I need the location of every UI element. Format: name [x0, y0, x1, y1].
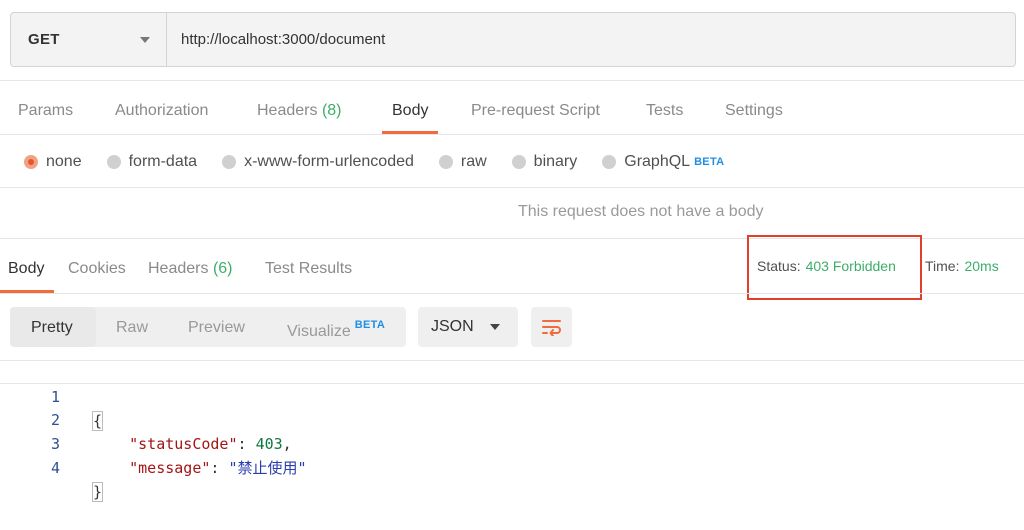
- json-key: "message": [129, 459, 211, 477]
- wrap-lines-button[interactable]: [531, 307, 572, 347]
- radio-none[interactable]: none: [24, 153, 82, 171]
- tab-settings[interactable]: Settings: [725, 90, 783, 134]
- view-preview-button[interactable]: Preview: [188, 319, 245, 337]
- divider: [0, 80, 1024, 81]
- divider: [0, 134, 1024, 135]
- beta-badge: BETA: [694, 156, 725, 168]
- radio-binary[interactable]: binary: [511, 153, 577, 171]
- body-type-radios: none form-data x-www-form-urlencoded raw…: [24, 148, 749, 176]
- view-visualize-button[interactable]: Visualize BETA: [287, 319, 385, 341]
- tab-authorization[interactable]: Authorization: [115, 90, 208, 134]
- radio-x-www-form-urlencoded[interactable]: x-www-form-urlencoded: [222, 153, 414, 171]
- radio-raw[interactable]: raw: [438, 153, 487, 171]
- radio-form-data[interactable]: form-data: [106, 153, 197, 171]
- response-tab-test-results[interactable]: Test Results: [265, 249, 352, 293]
- radio-graphql[interactable]: GraphQL BETA: [602, 153, 724, 171]
- tab-tests[interactable]: Tests: [646, 90, 683, 134]
- line-number: 4: [50, 459, 60, 477]
- radio-icon: [222, 155, 237, 169]
- close-brace: }: [91, 482, 104, 502]
- beta-badge: BETA: [354, 319, 386, 331]
- tab-body[interactable]: Body: [381, 90, 440, 134]
- response-tab-headers[interactable]: Headers (6): [148, 249, 233, 293]
- radio-icon: [438, 155, 453, 169]
- chevron-down-icon: [140, 36, 150, 43]
- method-select[interactable]: GET: [11, 13, 167, 66]
- tab-pre-request-script[interactable]: Pre-request Script: [471, 90, 600, 134]
- format-select[interactable]: JSON: [418, 307, 518, 347]
- code-line: 1 {: [0, 360, 1024, 431]
- response-time: Time: 20ms: [925, 258, 999, 274]
- radio-icon: [511, 155, 526, 169]
- method-label: GET: [28, 31, 60, 48]
- view-mode-group: Pretty Raw Preview Visualize BETA: [10, 307, 406, 347]
- radio-selected-icon: [24, 155, 38, 169]
- request-bar: GET http://localhost:3000/document: [10, 12, 1016, 67]
- view-pretty-button[interactable]: Pretty: [31, 319, 73, 337]
- code-line: 2 "statusCode": 403,: [0, 384, 1024, 453]
- response-tab-cookies[interactable]: Cookies: [68, 249, 126, 293]
- time-label: Time:: [925, 258, 960, 274]
- radio-icon: [602, 155, 617, 169]
- no-body-message: This request does not have a body: [518, 203, 764, 220]
- time-value[interactable]: 20ms: [964, 258, 998, 274]
- tab-params[interactable]: Params: [18, 90, 73, 134]
- tab-headers[interactable]: Headers (8): [257, 90, 342, 134]
- view-raw-button[interactable]: Raw: [116, 319, 148, 337]
- divider: [0, 187, 1024, 188]
- wrap-lines-icon: [541, 320, 561, 336]
- json-value: "禁止使用": [228, 459, 307, 477]
- code-line: 4 }: [0, 432, 1024, 502]
- response-body-editor[interactable]: 1 { 2 "statusCode": 403, 3 "message": "禁…: [0, 360, 1024, 502]
- radio-icon: [106, 155, 121, 169]
- divider: [0, 293, 1024, 294]
- url-input[interactable]: http://localhost:3000/document: [167, 13, 1015, 66]
- response-tab-body[interactable]: Body: [0, 249, 56, 293]
- code-line: 3 "message": "禁止使用": [0, 408, 1024, 477]
- status-highlight-box: [747, 235, 922, 300]
- chevron-down-icon: [490, 324, 500, 330]
- format-label: JSON: [431, 318, 474, 335]
